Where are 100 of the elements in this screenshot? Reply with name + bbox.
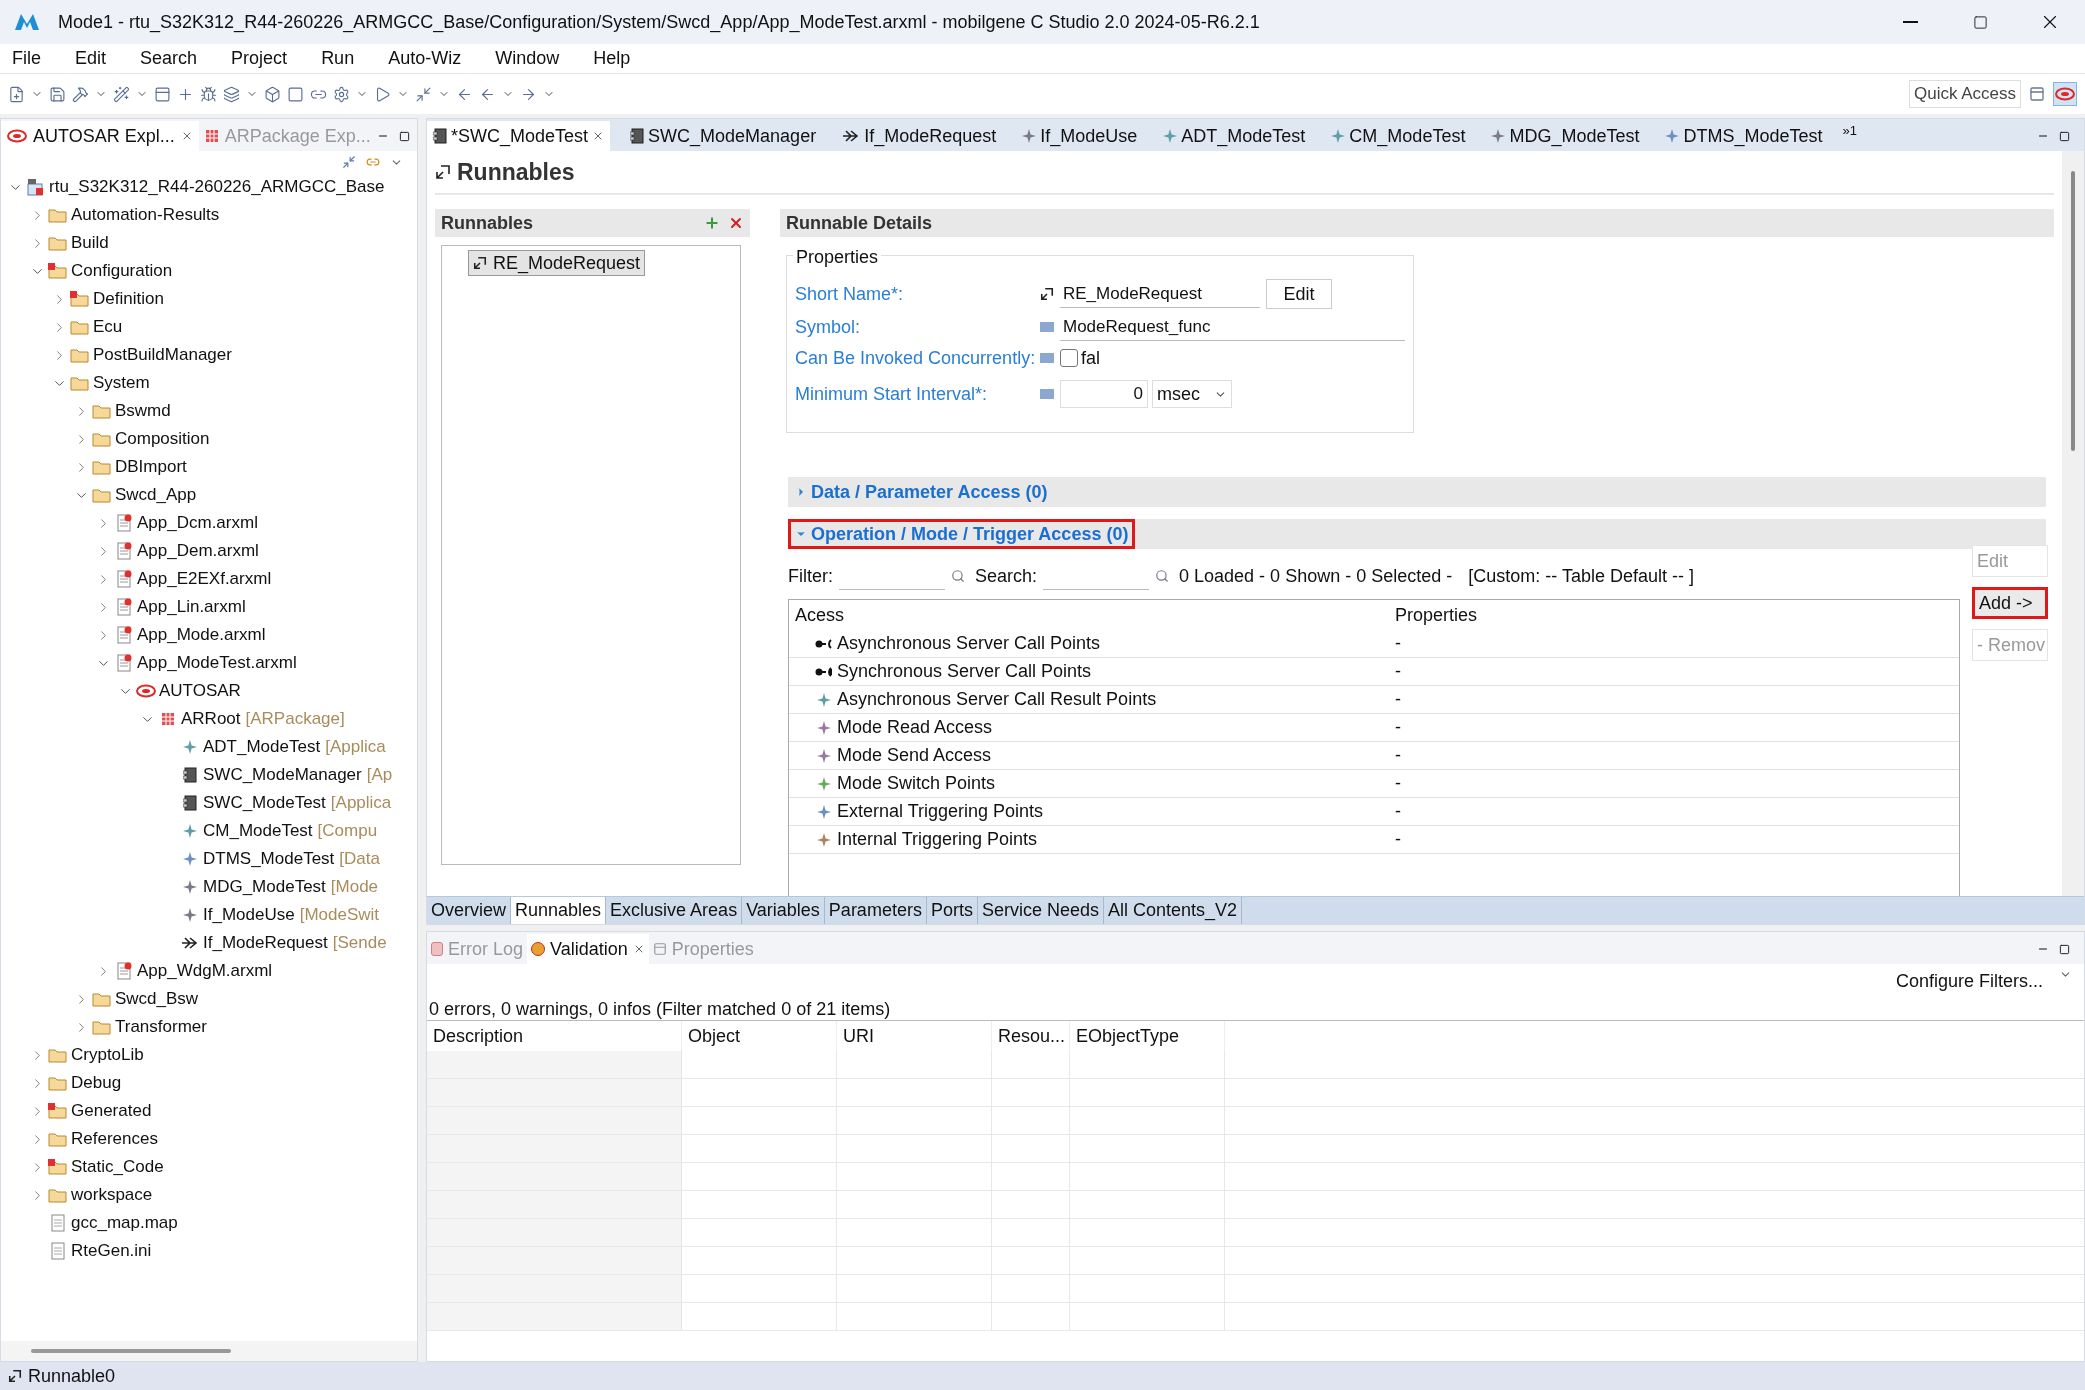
more-tabs-indicator[interactable]: »1	[1842, 121, 1857, 141]
tree-item[interactable]: DBImport	[115, 454, 187, 480]
tree-item[interactable]: CryptoLib	[71, 1042, 144, 1068]
tree-item[interactable]: References	[71, 1126, 158, 1152]
tree-item[interactable]: workspace	[71, 1182, 153, 1208]
tree-item[interactable]: ARRoot	[181, 706, 241, 732]
column-header[interactable]: Resou...	[992, 1021, 1070, 1051]
tree-item[interactable]: App_Lin.arxml	[137, 594, 246, 620]
quick-access-field[interactable]: Quick Access	[1909, 80, 2021, 108]
tree-item[interactable]: SWC_ModeManager	[203, 762, 362, 788]
page-tab[interactable]: All Contents_V2	[1104, 897, 1243, 924]
page-tab[interactable]: Runnables	[511, 897, 607, 924]
tree-item[interactable]: Composition	[115, 426, 210, 452]
table-cell[interactable]: External Triggering Points	[837, 798, 1044, 825]
view-tab[interactable]: Validation	[527, 934, 649, 964]
bug-icon[interactable]	[200, 85, 217, 103]
tree-item[interactable]: PostBuildManager	[93, 342, 232, 368]
column-header[interactable]: URI	[837, 1021, 992, 1051]
vertical-scrollbar[interactable]	[2071, 171, 2075, 451]
editor-tab[interactable]: ADT_ModeTest	[1157, 121, 1312, 151]
tree-item[interactable]: App_ModeTest.arxml	[137, 650, 297, 676]
menu-item[interactable]: Search	[134, 45, 204, 72]
tree-item[interactable]: Transformer	[115, 1014, 207, 1040]
editor-tab[interactable]: If_ModeUse	[1016, 121, 1144, 151]
tree-item[interactable]: Swcd_Bsw	[115, 986, 199, 1012]
menu-item[interactable]: Project	[225, 45, 294, 72]
tree-item[interactable]: rtu_S32K312_R44-260226_ARMGCC_Base	[49, 174, 385, 200]
tree-item[interactable]: RteGen.ini	[71, 1238, 152, 1264]
menu-item[interactable]: File	[6, 45, 47, 72]
tree-item[interactable]: Debug	[71, 1070, 122, 1096]
page-tab[interactable]: Parameters	[824, 897, 927, 924]
link-editor-icon[interactable]	[366, 155, 380, 169]
column-header[interactable]: Object	[682, 1021, 837, 1051]
panel-icon[interactable]	[154, 85, 171, 103]
tree-item[interactable]: If_ModeRequest	[203, 930, 328, 956]
delete-icon[interactable]	[728, 215, 744, 231]
maximize-view-icon[interactable]	[2059, 943, 2070, 955]
edit-button[interactable]: Edit	[1266, 279, 1332, 309]
tree-item[interactable]: ADT_ModeTest	[203, 734, 321, 760]
page-tab[interactable]: Ports	[926, 897, 978, 924]
column-header[interactable]: Properties	[1389, 601, 1484, 629]
clear-search-icon[interactable]	[1155, 569, 1170, 583]
concurrent-checkbox[interactable]	[1060, 349, 1078, 367]
editor-tab[interactable]: CM_ModeTest	[1325, 121, 1472, 151]
menu-item[interactable]: Window	[489, 45, 566, 72]
save-icon[interactable]	[49, 85, 66, 103]
hammer-icon[interactable]	[72, 85, 89, 103]
menu-item[interactable]: Auto-Wiz	[382, 45, 468, 72]
short-name-field[interactable]: RE_ModeRequest	[1060, 280, 1260, 308]
perspective-icon[interactable]	[2029, 86, 2045, 102]
tree-item[interactable]: Automation-Results	[71, 202, 220, 228]
menu-item[interactable]: Help	[587, 45, 637, 72]
tree-item[interactable]: gcc_map.map	[71, 1210, 178, 1236]
column-header[interactable]: Acess	[789, 601, 1389, 629]
column-header[interactable]: EObjectType	[1070, 1021, 1225, 1051]
editor-tab[interactable]: If_ModeRequest	[836, 121, 1003, 151]
interval-field[interactable]: 0	[1060, 380, 1148, 408]
configure-filters-link[interactable]: Configure Filters...	[1895, 967, 2043, 995]
editor-tab[interactable]: *SWC_ModeTest	[427, 121, 611, 151]
tree-item[interactable]: Static_Code	[71, 1154, 164, 1180]
play-icon[interactable]	[374, 85, 391, 103]
section-toggle[interactable]: Operation / Mode / Trigger Access (0)	[788, 519, 1136, 549]
add-icon[interactable]	[704, 215, 720, 231]
square-icon[interactable]	[287, 85, 304, 103]
table-cell[interactable]: Mode Read Access	[837, 714, 993, 741]
table-cell[interactable]: Synchronous Server Call Points	[837, 658, 1092, 685]
tree-item[interactable]: Configuration	[71, 258, 173, 284]
tree-item[interactable]: DTMS_ModeTest	[203, 846, 335, 872]
table-cell[interactable]: Mode Send Access	[837, 742, 992, 769]
table-cell[interactable]: Asynchronous Server Call Result Points	[837, 686, 1157, 713]
tree-item[interactable]: Definition	[93, 286, 164, 312]
tree-item[interactable]: SWC_ModeTest	[203, 790, 326, 816]
page-tab[interactable]: Variables	[742, 897, 825, 924]
tree-item[interactable]: Swcd_App	[115, 482, 197, 508]
unit-dropdown[interactable]: msec	[1152, 380, 1232, 408]
table-cell[interactable]: Mode Switch Points	[837, 770, 996, 797]
tree-item[interactable]: Bswmd	[115, 398, 171, 424]
maximize-view-icon[interactable]	[2059, 130, 2070, 142]
autosar-perspective-icon[interactable]	[2053, 82, 2077, 106]
clear-filter-icon[interactable]	[951, 569, 965, 583]
layers-icon[interactable]	[223, 85, 240, 103]
symbol-field[interactable]: ModeRequest_func	[1060, 313, 1405, 341]
tree-item[interactable]: Generated	[71, 1098, 152, 1124]
page-tab[interactable]: Service Needs	[977, 897, 1104, 924]
runnable-item[interactable]: RE_ModeRequest	[468, 250, 646, 276]
tree-item[interactable]: MDG_ModeTest	[203, 874, 326, 900]
tree-item[interactable]: App_Dcm.arxml	[137, 510, 258, 536]
maximize-view-icon[interactable]	[398, 130, 410, 142]
view-tab[interactable]: AUTOSAR Expl...	[1, 121, 199, 151]
box-icon[interactable]	[264, 85, 281, 103]
menu-item[interactable]: Run	[315, 45, 361, 72]
tree-item[interactable]: CM_ModeTest	[203, 818, 313, 844]
page-tab[interactable]: Exclusive Areas	[606, 897, 743, 924]
collapse-all-icon[interactable]	[342, 155, 356, 169]
menu-item[interactable]: Edit	[69, 45, 113, 72]
tree-item[interactable]: Build	[71, 230, 109, 256]
minimize-icon[interactable]	[415, 85, 432, 103]
tree-item[interactable]: Ecu	[93, 314, 123, 340]
gear-icon[interactable]	[333, 85, 350, 103]
editor-tab[interactable]: DTMS_ModeTest	[1659, 121, 1829, 151]
